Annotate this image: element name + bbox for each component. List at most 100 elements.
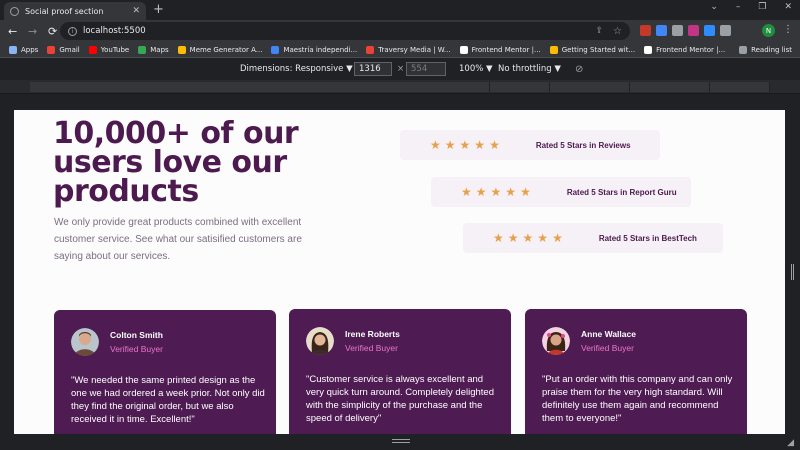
width-input[interactable]: 1316 — [354, 62, 392, 76]
star-icon: ★ — [489, 138, 500, 152]
window-controls: ⌄ – ❐ ✕ — [710, 2, 792, 12]
star-icon: ★ — [520, 185, 531, 199]
media-query-ruler[interactable] — [0, 80, 800, 94]
browser-tab[interactable]: Social proof section ✕ — [4, 2, 146, 20]
close-window-button[interactable]: ✕ — [784, 2, 792, 12]
avatar-image — [306, 327, 334, 355]
dimensions-dropdown[interactable]: Dimensions: Responsive ▼ — [240, 64, 353, 74]
testimonial-card: Irene Roberts Verified Buyer "Customer s… — [289, 309, 511, 434]
forward-button[interactable]: → — [28, 25, 40, 38]
testimonial-quote: "Put an order with this company and can … — [542, 374, 733, 424]
avatar — [306, 327, 334, 355]
bookmark-getting-started[interactable]: Getting Started wit... — [549, 45, 635, 54]
menu-icon[interactable]: ⋮ — [783, 24, 793, 35]
rating-text: Rated 5 Stars in Reviews — [535, 140, 631, 150]
maximize-button[interactable]: ❐ — [758, 2, 766, 12]
reviewer-name: Colton Smith — [110, 330, 163, 340]
youtube-icon — [88, 45, 97, 54]
left-gutter — [0, 110, 14, 434]
verified-badge: Verified Buyer — [110, 344, 163, 354]
bottom-resize-gutter: ◢ — [0, 434, 800, 450]
page-title: 10,000+ of our users love our products — [53, 116, 299, 209]
frontend-mentor-icon — [644, 45, 653, 54]
maestria-icon — [271, 45, 280, 54]
puzzle-icon[interactable] — [720, 25, 731, 36]
star-rating: ★ ★ ★ ★ ★ — [493, 232, 563, 244]
bookmark-gmail[interactable]: Gmail — [47, 45, 80, 54]
star-icon: ★ — [507, 231, 519, 245]
star-icon: ★ — [474, 138, 486, 152]
bookmark-maps[interactable]: Maps — [138, 45, 169, 54]
rotate-icon[interactable]: ⊘ — [575, 64, 583, 75]
throttling-dropdown[interactable]: No throttling ▼ — [498, 64, 561, 74]
times-sign: × — [397, 64, 405, 74]
traversy-icon — [366, 45, 375, 54]
close-tab-icon[interactable]: ✕ — [132, 6, 140, 16]
bookmark-maestria[interactable]: Maestría independi... — [271, 45, 357, 54]
share-icon[interactable]: ⇪ — [595, 26, 603, 36]
verified-badge: Verified Buyer — [581, 343, 634, 353]
bookmark-traversy[interactable]: Traversy Media | W... — [366, 45, 451, 54]
avatar-image — [71, 328, 99, 356]
maps-icon — [138, 45, 147, 54]
back-button[interactable]: ← — [8, 25, 20, 38]
ruler-segment[interactable] — [310, 82, 490, 92]
bookmark-apps[interactable]: Apps — [9, 45, 38, 54]
site-info-icon[interactable]: i — [68, 26, 77, 36]
bookmark-youtube[interactable]: YouTube — [88, 45, 129, 54]
minimize-button[interactable]: – — [736, 2, 741, 12]
url-text[interactable]: localhost:5500 — [83, 26, 146, 36]
star-icon: ★ — [493, 231, 504, 245]
height-input[interactable]: 554 — [406, 62, 446, 76]
ext-translate-icon[interactable] — [656, 25, 667, 36]
avatar — [71, 328, 99, 356]
reviewer-name: Anne Wallace — [581, 329, 636, 339]
ext-red-icon[interactable] — [640, 25, 651, 36]
address-bar[interactable]: i localhost:5500 ⇪ ☆ — [60, 22, 630, 40]
globe-icon — [10, 6, 19, 16]
viewport-gutter — [0, 94, 800, 110]
bookmark-meme-generator[interactable]: Meme Generator A... — [177, 45, 262, 54]
reading-list[interactable]: Reading list — [739, 45, 792, 54]
star-icon: ★ — [461, 185, 472, 199]
resize-corner-icon[interactable]: ◢ — [787, 438, 794, 448]
star-icon: ★ — [430, 138, 441, 152]
zoom-dropdown[interactable]: 100% ▼ — [459, 64, 493, 74]
extensions-bar — [640, 25, 731, 36]
meme-icon — [177, 45, 186, 54]
intro-text: We only provide great products combined … — [54, 217, 302, 262]
profile-avatar[interactable]: N — [762, 24, 775, 37]
rating-card: ★ ★ ★ ★ ★ Rated 5 Stars in BestTech — [463, 223, 723, 253]
star-icon: ★ — [537, 231, 549, 245]
rating-text: Rated 5 Stars in BestTech — [598, 233, 697, 243]
star-icon: ★ — [522, 231, 534, 245]
ext-instagram-icon[interactable] — [688, 25, 699, 36]
bookmark-frontend-mentor-2[interactable]: Frontend Mentor |... — [644, 45, 725, 54]
right-resize-gutter — [785, 94, 800, 450]
toolbar: ← → ⟳ i localhost:5500 ⇪ ☆ N ⋮ — [0, 20, 800, 42]
bookmark-star-icon[interactable]: ☆ — [613, 26, 622, 37]
new-tab-button[interactable]: + — [153, 2, 164, 17]
star-rating: ★ ★ ★ ★ ★ — [430, 139, 500, 151]
resize-handle-bottom[interactable] — [392, 439, 410, 443]
reload-button[interactable]: ⟳ — [48, 25, 60, 38]
page-viewport: 10,000+ of our users love our products W… — [14, 110, 785, 434]
star-icon: ★ — [552, 231, 563, 245]
rating-card: ★ ★ ★ ★ ★ Rated 5 Stars in Report Guru — [431, 177, 691, 207]
tab-search-icon[interactable]: ⌄ — [710, 2, 718, 12]
rating-text: Rated 5 Stars in Report Guru — [566, 187, 677, 197]
star-icon: ★ — [490, 185, 502, 199]
star-rating: ★ ★ ★ ★ ★ — [461, 186, 531, 198]
tab-strip: Social proof section ✕ + ⌄ – ❐ ✕ — [0, 0, 800, 20]
star-icon: ★ — [505, 185, 517, 199]
resize-handle-right[interactable] — [791, 264, 794, 280]
frontend-mentor-icon — [459, 45, 468, 54]
testimonial-card: Anne Wallace Verified Buyer "Put an orde… — [525, 309, 747, 434]
bookmark-frontend-mentor-1[interactable]: Frontend Mentor |... — [459, 45, 541, 54]
ext-zoom-icon[interactable] — [704, 25, 715, 36]
gmail-icon — [47, 45, 56, 54]
tab-title: Social proof section — [25, 6, 104, 16]
getting-started-icon — [549, 45, 558, 54]
ext-gray-icon[interactable] — [672, 25, 683, 36]
reading-list-icon — [739, 45, 748, 54]
